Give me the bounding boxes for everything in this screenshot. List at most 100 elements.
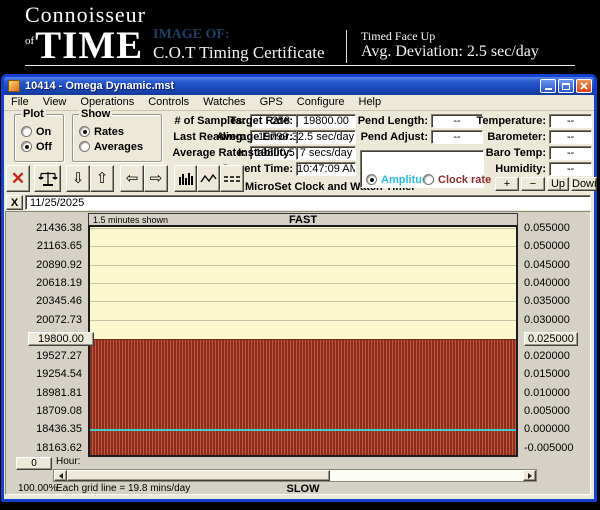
- horizontal-scrollbar[interactable]: [53, 469, 537, 482]
- right-axis-label: 0.020000: [524, 350, 570, 362]
- plot-radio-off[interactable]: Off: [21, 141, 52, 153]
- bar-chart-button[interactable]: [174, 165, 197, 192]
- arrow-left-icon: ⇦: [126, 171, 139, 186]
- left-axis-label: 18163.62: [24, 442, 82, 454]
- field-label-target-rate: Target Rate:: [215, 115, 293, 127]
- delete-x-icon: ✕: [11, 170, 25, 187]
- window-title: 10414 - Omega Dynamic.mst: [25, 80, 174, 92]
- plot-radio-label: On: [36, 126, 51, 138]
- scroll-left-button[interactable]: [54, 470, 67, 481]
- close-button[interactable]: [576, 79, 592, 93]
- field-value-baro-temp[interactable]: --: [549, 146, 592, 160]
- arrow-up-icon: ⇧: [96, 171, 109, 186]
- scroll-left-arrow-icon: [59, 473, 63, 479]
- right-axis-label: 0.005000: [524, 405, 570, 417]
- hour-label: Hour:: [56, 456, 80, 467]
- maximize-button[interactable]: [558, 79, 574, 93]
- gridline: [90, 265, 516, 266]
- field-value-target-rate[interactable]: 19800.00: [296, 114, 356, 128]
- timed-face-up-label: Timed Face Up: [361, 29, 435, 44]
- menu-item-configure[interactable]: Configure: [290, 95, 352, 108]
- menu-item-operations[interactable]: Operations: [73, 95, 141, 108]
- right-axis-label: 0.025000: [524, 332, 578, 346]
- show-radio-rates[interactable]: Rates: [79, 126, 124, 138]
- right-axis-label: 0.015000: [524, 368, 570, 380]
- certificate-title: C.O.T Timing Certificate: [153, 43, 325, 63]
- right-axis-label: 0.030000: [524, 314, 570, 326]
- right-axis-label: 0.050000: [524, 240, 570, 252]
- left-axis-label: 18436.35: [24, 423, 82, 435]
- logo-main: TIME: [35, 24, 143, 67]
- clear-date-button[interactable]: X: [6, 195, 23, 210]
- banner-divider: [346, 30, 347, 63]
- left-axis-label: 18709.08: [24, 405, 82, 417]
- delete-x-button[interactable]: ✕: [6, 165, 30, 192]
- dashed-lines-icon: [224, 174, 241, 184]
- zero-button[interactable]: 0: [16, 457, 52, 470]
- scroll-right-button[interactable]: [523, 470, 536, 481]
- menu-item-help[interactable]: Help: [352, 95, 389, 108]
- right-axis-label: 0.040000: [524, 277, 570, 289]
- date-input[interactable]: 11/25/2025: [25, 195, 591, 210]
- right-axis-label: -0.005000: [524, 442, 574, 454]
- left-axis-label: 21163.65: [24, 240, 82, 252]
- chart-panel: FAST 1.5 minutes shown 21436.3821163.652…: [5, 211, 591, 495]
- balance-scale-button[interactable]: [34, 165, 61, 192]
- arrow-right-button[interactable]: ⇨: [144, 165, 168, 192]
- arrow-down-button[interactable]: ⇩: [66, 165, 90, 192]
- menu-item-gps[interactable]: GPS: [253, 95, 290, 108]
- field-value-barometer[interactable]: --: [549, 130, 592, 144]
- show-radio-averages[interactable]: Averages: [79, 141, 143, 153]
- plot-area[interactable]: [88, 225, 518, 457]
- mode-radio-label: Clock rate: [438, 174, 491, 186]
- gridline: [90, 246, 516, 247]
- show-radio-label: Averages: [94, 141, 143, 153]
- balance-scale-icon: [38, 170, 58, 188]
- field-value-humidity[interactable]: --: [549, 162, 592, 176]
- field-label-pend-adjust: Pend Adjust:: [350, 131, 428, 143]
- minimize-button[interactable]: [540, 79, 556, 93]
- title-bar[interactable]: 10414 - Omega Dynamic.mst: [4, 77, 594, 95]
- connoisseur-of-time-logo: Connoisseur ofTIME: [25, 4, 146, 65]
- image-of-label: IMAGE OF:: [153, 27, 230, 43]
- arrow-down-icon: ⇩: [72, 171, 85, 186]
- logo-line1: Connoisseur: [25, 4, 146, 26]
- menu-item-file[interactable]: File: [4, 95, 36, 108]
- app-icon: [8, 80, 20, 92]
- right-axis-label: 0.000000: [524, 423, 570, 435]
- field-value-temperature[interactable]: --: [549, 114, 592, 128]
- plot-groupbox: Plot OnOff: [14, 114, 64, 162]
- menu-item-controls[interactable]: Controls: [141, 95, 196, 108]
- gridline: [90, 228, 516, 229]
- arrow-up-button[interactable]: ⇧: [90, 165, 114, 192]
- up-button[interactable]: Up: [547, 177, 569, 191]
- plot-radio-on[interactable]: On: [21, 126, 51, 138]
- gridline: [90, 283, 516, 284]
- field-value-instability[interactable]: 7 secs/day: [296, 146, 356, 160]
- left-axis-label: 20072.73: [24, 314, 82, 326]
- banner-underline: [25, 65, 575, 66]
- down-button[interactable]: Down: [571, 177, 597, 191]
- show-group-label: Show: [79, 108, 112, 120]
- show-radio-label: Rates: [94, 126, 124, 138]
- slow-label: SLOW: [88, 483, 518, 495]
- app-window: 10414 - Omega Dynamic.mst FileViewOperat…: [1, 74, 597, 502]
- field-value-average-error[interactable]: 2.5 sec/day: [296, 130, 356, 144]
- left-axis-label: 20618.19: [24, 277, 82, 289]
- dashed-lines-button[interactable]: [220, 165, 244, 192]
- plus-button[interactable]: +: [495, 177, 519, 191]
- rate-band: [90, 339, 516, 457]
- plot-group-label: Plot: [21, 108, 46, 120]
- menu-item-watches[interactable]: Watches: [196, 95, 252, 108]
- mode-listbox: AmplitudeClock rate: [360, 150, 484, 188]
- line-chart-button[interactable]: [197, 165, 220, 192]
- radio-icon: [21, 126, 32, 137]
- field-label-barometer: Barometer:: [465, 131, 546, 143]
- show-groupbox: Show RatesAverages: [72, 114, 162, 162]
- menu-item-view[interactable]: View: [36, 95, 74, 108]
- mode-radio-clock-rate[interactable]: Clock rate: [423, 174, 491, 186]
- arrow-left-button[interactable]: ⇦: [120, 165, 144, 192]
- minus-button[interactable]: −: [521, 177, 545, 191]
- scrollbar-thumb[interactable]: [67, 470, 330, 481]
- field-value-current-time[interactable]: 10:47:09 AM: [296, 162, 356, 176]
